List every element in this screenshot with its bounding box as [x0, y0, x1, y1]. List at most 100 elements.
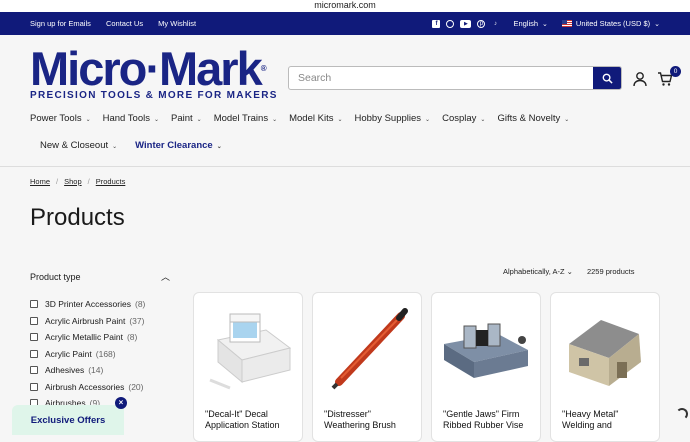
youtube-icon[interactable]: ▶: [460, 19, 472, 28]
checkbox[interactable]: [30, 300, 38, 309]
nav-row-secondary: New & Closeout ⌄ Winter Clearance ⌄: [30, 132, 660, 159]
chevron-down-icon: ⌄: [654, 20, 660, 28]
utility-links: Sign up for Emails Contact Us My Wishlis…: [30, 19, 209, 28]
us-flag-icon: [561, 20, 572, 27]
product-title[interactable]: "Distresser" Weathering Brush: [313, 403, 421, 431]
chevron-down-icon: ⌄: [196, 117, 202, 123]
decal-station-image: [209, 313, 292, 390]
checkbox[interactable]: [30, 366, 38, 375]
signup-emails-link[interactable]: Sign up for Emails: [30, 19, 91, 28]
nav-model-trains[interactable]: Model Trains ⌄: [214, 113, 277, 124]
chevron-down-icon: ⌄: [272, 117, 278, 123]
search-button[interactable]: [593, 67, 621, 89]
nav-gifts-novelty[interactable]: Gifts & Novelty ⌄: [497, 113, 569, 124]
product-image[interactable]: [194, 293, 302, 403]
my-wishlist-link[interactable]: My Wishlist: [158, 19, 196, 28]
chevron-down-icon: ⌄: [542, 20, 548, 28]
chevron-down-icon: ⌄: [425, 117, 431, 123]
logo-tagline: PRECISION TOOLS & MORE FOR MAKERS: [30, 90, 278, 101]
chevron-down-icon: ⌄: [480, 117, 486, 123]
breadcrumb-home[interactable]: Home: [30, 177, 50, 186]
nav-power-tools[interactable]: Power Tools ⌄: [30, 113, 91, 124]
utility-right: f ▶ p ♪ English ⌄ United States (USD $) …: [432, 12, 660, 35]
filter-option[interactable]: Acrylic Airbrush Paint (37): [30, 313, 170, 330]
breadcrumb-separator: /: [87, 177, 90, 186]
product-title[interactable]: "Gentle Jaws" Firm Ribbed Rubber Vise: [432, 403, 540, 431]
filter-option[interactable]: 3D Printer Accessories (8): [30, 296, 170, 313]
welding-building-image: [569, 320, 641, 386]
logo-wordmark: Micro·Mark: [30, 42, 263, 95]
country-label: United States (USD $): [575, 19, 651, 28]
product-card[interactable]: "Heavy Metal" Welding and: [550, 292, 660, 442]
search-input[interactable]: [289, 67, 593, 89]
account-icon[interactable]: [632, 71, 648, 87]
chevron-up-icon: ︿: [160, 272, 170, 282]
sort-select[interactable]: Alphabetically, A-Z ⌄: [503, 267, 573, 276]
product-card[interactable]: "Gentle Jaws" Firm Ribbed Rubber Vise: [431, 292, 541, 442]
checkbox[interactable]: [30, 349, 38, 358]
chevron-down-icon: ⌄: [337, 117, 343, 123]
product-title[interactable]: "Heavy Metal" Welding and: [551, 403, 659, 431]
sort-bar: Alphabetically, A-Z ⌄ 2259 products: [503, 267, 635, 276]
breadcrumb-separator: /: [56, 177, 59, 186]
nav-row-primary: Power Tools ⌄ Hand Tools ⌄ Paint ⌄ Model Tr…: [30, 105, 660, 132]
top-utility-bar: Sign up for Emails Contact Us My Wishlis…: [0, 12, 690, 35]
chevron-down-icon: ⌄: [153, 117, 159, 123]
checkbox[interactable]: [30, 382, 38, 391]
nav-new-closeout[interactable]: New & Closeout ⌄: [40, 140, 117, 151]
search-icon: [602, 73, 613, 84]
filter-option[interactable]: Adhesives (14): [30, 362, 170, 379]
page-title: Products: [30, 204, 125, 231]
checkbox[interactable]: [30, 316, 38, 325]
loading-spinner-icon: [676, 408, 688, 420]
chevron-down-icon: ⌄: [566, 267, 573, 276]
checkbox[interactable]: [30, 333, 38, 342]
exclusive-offers-button[interactable]: Exclusive Offers: [12, 405, 124, 435]
tiktok-icon[interactable]: ♪: [491, 20, 499, 28]
language-label: English: [513, 19, 539, 28]
nav-cosplay[interactable]: Cosplay ⌄: [442, 113, 485, 124]
product-grid: "Decal-It" Decal Application Station "Di…: [193, 292, 660, 442]
country-selector[interactable]: United States (USD $) ⌄: [561, 19, 660, 28]
product-image[interactable]: [551, 293, 659, 403]
instagram-icon[interactable]: [446, 19, 455, 28]
close-icon[interactable]: ×: [115, 397, 127, 409]
product-image[interactable]: [432, 293, 540, 403]
product-card[interactable]: "Decal-It" Decal Application Station: [193, 292, 303, 442]
site-logo[interactable]: Micro·Mark® PRECISION TOOLS & MORE FOR M…: [30, 45, 278, 101]
filter-product-type-header[interactable]: Product type ︿: [30, 270, 170, 283]
chevron-down-icon: ⌄: [112, 144, 118, 150]
filter-option[interactable]: Airbrush Accessories (20): [30, 379, 170, 396]
pinterest-icon[interactable]: p: [477, 19, 486, 28]
weathering-brush-image: [331, 308, 408, 390]
cart-count-badge: 0: [670, 66, 681, 77]
rubber-vise-image: [444, 323, 528, 378]
chevron-down-icon: ⌄: [564, 117, 570, 123]
nav-hobby-supplies[interactable]: Hobby Supplies ⌄: [355, 113, 431, 124]
browser-url[interactable]: micromark.com: [0, 0, 690, 12]
nav-hand-tools[interactable]: Hand Tools ⌄: [103, 113, 159, 124]
product-count: 2259 products: [586, 267, 635, 276]
breadcrumb-shop[interactable]: Shop: [64, 177, 82, 186]
filter-sidebar: Product type ︿ 3D Printer Accessories (8)…: [30, 270, 170, 412]
site-header: Micro·Mark® PRECISION TOOLS & MORE FOR M…: [0, 35, 690, 105]
breadcrumb-products[interactable]: Products: [96, 177, 126, 186]
facebook-icon[interactable]: f: [432, 19, 441, 28]
nav-model-kits[interactable]: Model Kits ⌄: [289, 113, 342, 124]
chevron-down-icon: ⌄: [85, 117, 91, 123]
filter-option[interactable]: Acrylic Paint (168): [30, 346, 170, 363]
product-card[interactable]: "Distresser" Weathering Brush: [312, 292, 422, 442]
contact-us-link[interactable]: Contact Us: [106, 19, 143, 28]
nav-paint[interactable]: Paint ⌄: [171, 113, 202, 124]
product-image[interactable]: [313, 293, 421, 403]
search-bar: [288, 66, 622, 90]
chevron-down-icon: ⌄: [216, 144, 222, 150]
nav-winter-clearance[interactable]: Winter Clearance ⌄: [135, 140, 222, 151]
filter-heading: Product type: [30, 271, 81, 282]
language-selector[interactable]: English ⌄: [513, 19, 547, 28]
main-nav: Power Tools ⌄ Hand Tools ⌄ Paint ⌄ Model Tr…: [0, 105, 690, 159]
breadcrumb: Home / Shop / Products: [0, 167, 690, 186]
registered-mark: ®: [260, 64, 267, 73]
product-title[interactable]: "Decal-It" Decal Application Station: [194, 403, 302, 431]
filter-option[interactable]: Acrylic Metallic Paint (8): [30, 329, 170, 346]
